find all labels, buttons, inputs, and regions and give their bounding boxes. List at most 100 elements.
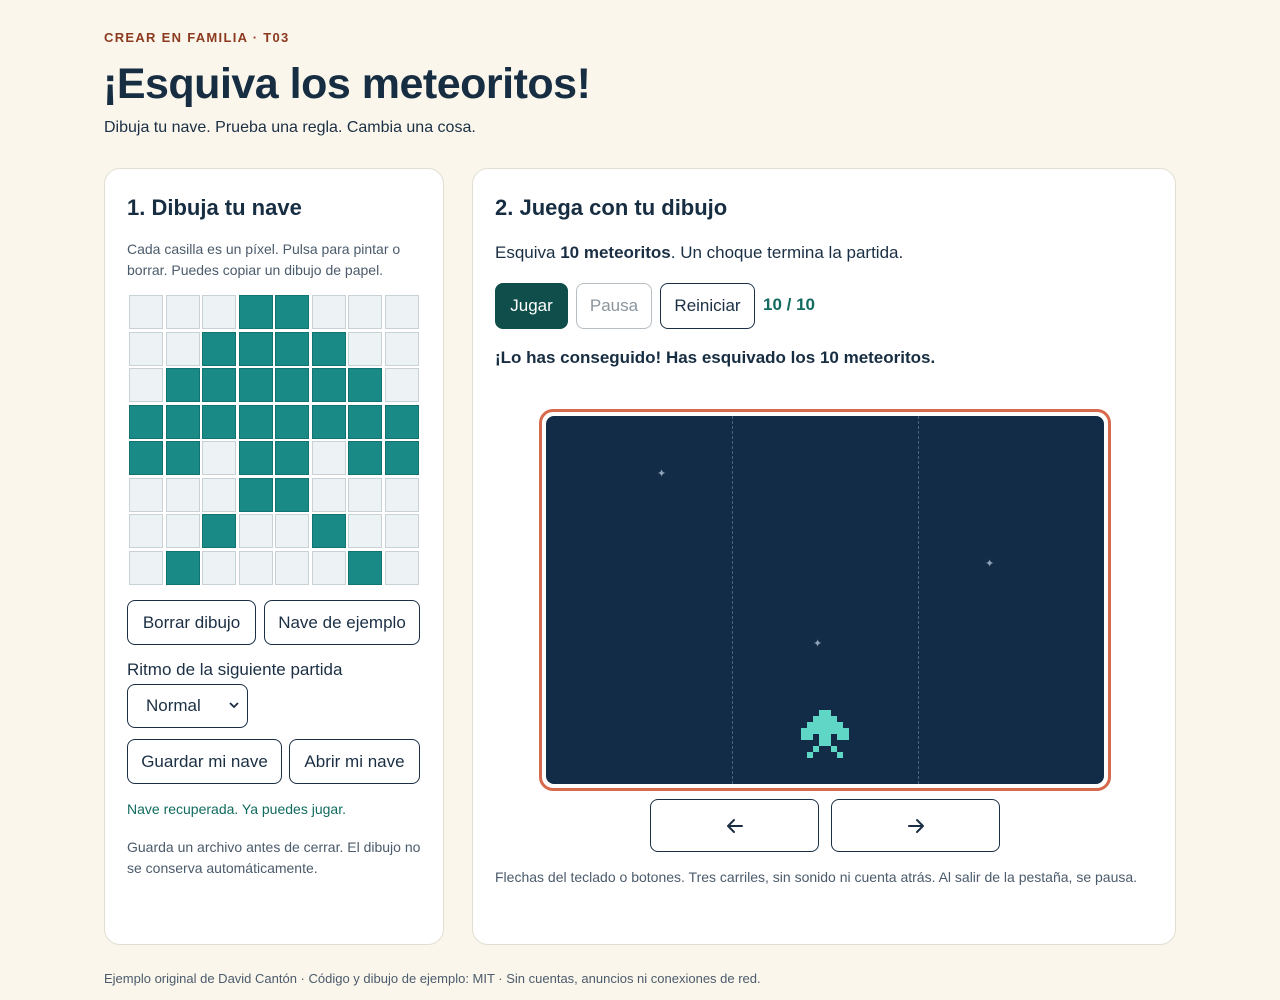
page-title: ¡Esquiva los meteoritos! [103,60,591,108]
play-button[interactable]: Jugar [495,283,568,329]
pixel-cell[interactable] [384,295,419,329]
pixel-cell[interactable] [165,550,200,585]
pixel-cell[interactable] [238,331,273,366]
page-subtitle: Dibuja tu nave. Prueba una regla. Cambia… [104,119,476,136]
pixel-cell[interactable] [202,331,236,366]
pixel-cell[interactable] [202,368,236,402]
star-icon: ✦ [657,468,667,480]
pixel-cell[interactable] [275,368,309,402]
clear-drawing-button[interactable]: Borrar dibujo [127,600,256,645]
pixel-cell[interactable] [348,368,382,402]
pixel-cell[interactable] [275,441,309,475]
pixel-cell[interactable] [384,368,419,402]
pixel-cell[interactable] [275,477,309,512]
pixel-cell[interactable] [238,368,273,402]
restart-button[interactable]: Reiniciar [660,283,755,329]
eyebrow: CREAR EN FAMILIA · T03 [104,30,290,45]
arrow-right-icon [907,818,924,833]
pixel-cell[interactable] [348,441,382,475]
result-message: ¡Lo has conseguido! Has esquivado los 10… [495,348,936,367]
game-canvas[interactable]: ✦ ✦ ✦ [546,416,1104,784]
pixel-cell[interactable] [384,404,419,439]
pixel-cell[interactable] [238,441,273,475]
play-heading: 2. Juega con tu dibujo [495,195,728,220]
pixel-cell[interactable] [202,550,236,585]
score-counter: 10 / 10 [763,295,815,314]
draw-heading: 1. Dibuja tu nave [127,195,302,220]
pixel-cell[interactable] [275,404,309,439]
pixel-cell[interactable] [129,404,163,439]
pixel-cell[interactable] [129,368,163,402]
speed-label: Ritmo de la siguiente partida [127,660,343,679]
pixel-cell[interactable] [129,514,163,548]
pixel-cell[interactable] [129,331,163,366]
pixel-cell[interactable] [129,550,163,585]
pixel-cell[interactable] [238,404,273,439]
open-ship-button[interactable]: Abrir mi nave [289,739,420,784]
ship-pixel [843,752,849,758]
pixel-cell[interactable] [129,477,163,512]
pixel-cell[interactable] [311,295,346,329]
pixel-cell[interactable] [384,331,419,366]
pixel-cell[interactable] [348,514,382,548]
controls-help: Flechas del teclado o botones. Tres carr… [495,869,1138,885]
pixel-cell[interactable] [348,477,382,512]
pixel-cell[interactable] [311,331,346,366]
pixel-cell[interactable] [348,550,382,585]
save-ship-button[interactable]: Guardar mi nave [127,739,282,784]
star-icon: ✦ [985,558,995,570]
pixel-cell[interactable] [238,295,273,329]
pixel-cell[interactable] [165,295,200,329]
footer-credits: Ejemplo original de David Cantón · Códig… [104,971,761,986]
save-note: Guarda un archivo antes de cerrar. El di… [127,839,421,876]
pixel-cell[interactable] [238,514,273,548]
pixel-cell[interactable] [275,331,309,366]
pixel-cell[interactable] [384,550,419,585]
pixel-cell[interactable] [202,404,236,439]
pause-button[interactable]: Pausa [576,283,652,329]
pixel-cell[interactable] [275,514,309,548]
draw-hint: Cada casilla es un píxel. Pulsa para pin… [127,241,401,278]
pixel-cell[interactable] [129,441,163,475]
pixel-cell[interactable] [129,295,163,329]
move-right-button[interactable] [831,799,1000,852]
pixel-cell[interactable] [202,295,236,329]
pixel-cell[interactable] [348,295,382,329]
arrow-left-icon [726,818,743,833]
pixel-cell[interactable] [384,441,419,475]
speed-select-value: Normal [146,696,201,715]
pixel-cell[interactable] [165,477,200,512]
pixel-cell[interactable] [238,550,273,585]
pixel-cell[interactable] [202,477,236,512]
pixel-grid [129,295,419,585]
pixel-cell[interactable] [311,477,346,512]
pixel-cell[interactable] [165,331,200,366]
pixel-cell[interactable] [165,368,200,402]
pixel-cell[interactable] [311,514,346,548]
pixel-cell[interactable] [275,295,309,329]
pixel-cell[interactable] [165,404,200,439]
pixel-cell[interactable] [311,550,346,585]
move-left-button[interactable] [650,799,819,852]
draw-panel: 1. Dibuja tu nave Cada casilla es un píx… [104,168,444,945]
example-ship-button[interactable]: Nave de ejemplo [264,600,420,645]
speed-select[interactable]: Normal [127,684,248,728]
chevron-down-icon [229,702,239,709]
player-ship [801,710,849,758]
desc-bold: 10 meteoritos [560,243,671,262]
pixel-cell[interactable] [275,550,309,585]
pixel-cell[interactable] [165,441,200,475]
desc-prefix: Esquiva [495,243,561,262]
pixel-cell[interactable] [311,441,346,475]
pixel-cell[interactable] [311,404,346,439]
pixel-cell[interactable] [384,514,419,548]
pixel-cell[interactable] [348,404,382,439]
pixel-cell[interactable] [348,331,382,366]
pixel-cell[interactable] [165,514,200,548]
pixel-cell[interactable] [238,477,273,512]
pixel-cell[interactable] [202,441,236,475]
pixel-cell[interactable] [202,514,236,548]
lane-divider [732,416,733,784]
pixel-cell[interactable] [384,477,419,512]
pixel-cell[interactable] [311,368,346,402]
